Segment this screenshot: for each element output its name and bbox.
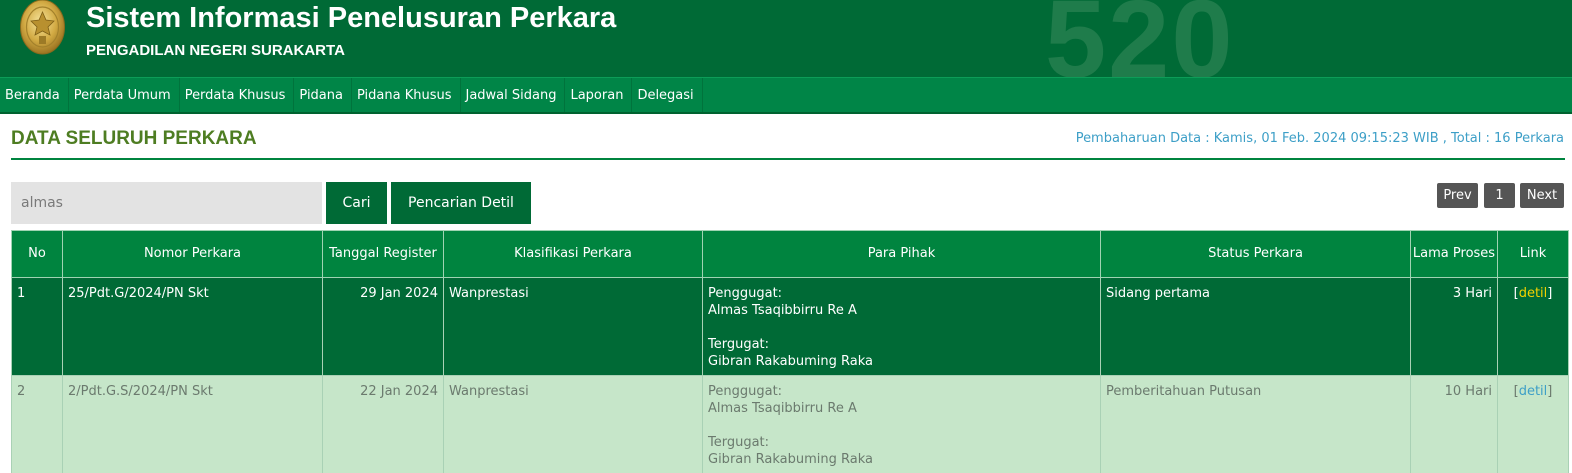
nav-item-pidana-khusus[interactable]: Pidana Khusus: [352, 78, 461, 112]
nav-item-perdata-khusus[interactable]: Perdata Khusus: [180, 78, 295, 112]
col-header-tanggal-register: Tanggal Register: [322, 230, 444, 278]
case-table: No Nomor Perkara Tanggal Register Klasif…: [11, 230, 1569, 473]
tergugat-name: Gibran Rakabuming Raka: [708, 452, 873, 467]
page-title: DATA SELURUH PERKARA: [11, 128, 257, 149]
nav-item-pidana[interactable]: Pidana: [294, 78, 352, 112]
pagination-next-button[interactable]: Next: [1520, 183, 1564, 208]
penggugat-name: Almas Tsaqibbirru Re A: [708, 303, 857, 318]
cell-link: [detil]: [1497, 375, 1569, 473]
tergugat-label: Tergugat:: [708, 435, 770, 450]
main-nav: Beranda Perdata Umum Perdata Khusus Pida…: [0, 77, 1572, 114]
cell-para-pihak: Penggugat: Almas Tsaqibbirru Re A Tergug…: [702, 277, 1101, 376]
col-header-link: Link: [1497, 230, 1569, 278]
col-header-klasifikasi: Klasifikasi Perkara: [443, 230, 703, 278]
cell-no: 2: [11, 375, 63, 473]
cell-klasifikasi: Wanprestasi: [443, 375, 703, 473]
advanced-search-button[interactable]: Pencarian Detil: [391, 182, 531, 224]
col-header-lama-proses: Lama Proses: [1410, 230, 1498, 278]
table-header-row: No Nomor Perkara Tanggal Register Klasif…: [11, 230, 1569, 278]
penggugat-label: Penggugat:: [708, 384, 783, 399]
cell-nomor-perkara: 25/Pdt.G/2024/PN Skt: [62, 277, 323, 376]
cell-para-pihak: Penggugat: Almas Tsaqibbirru Re A Tergug…: [702, 375, 1101, 473]
app-title: Sistem Informasi Penelusuran Perkara: [86, 2, 617, 34]
tergugat-label: Tergugat:: [708, 337, 770, 352]
col-header-no: No: [11, 230, 63, 278]
cell-klasifikasi: Wanprestasi: [443, 277, 703, 376]
penggugat-name: Almas Tsaqibbirru Re A: [708, 401, 857, 416]
cell-tanggal-register: 22 Jan 2024: [322, 375, 444, 473]
nav-item-beranda[interactable]: Beranda: [0, 78, 69, 112]
cell-nomor-perkara: 2/Pdt.G.S/2024/PN Skt: [62, 375, 323, 473]
cell-no: 1: [11, 277, 63, 376]
table-row: 2 2/Pdt.G.S/2024/PN Skt 22 Jan 2024 Wanp…: [11, 375, 1569, 473]
col-header-para-pihak: Para Pihak: [702, 230, 1101, 278]
nav-item-laporan[interactable]: Laporan: [565, 78, 633, 112]
pagination-page-button[interactable]: 1: [1484, 183, 1515, 208]
col-header-nomor-perkara: Nomor Perkara: [62, 230, 323, 278]
app-subtitle: PENGADILAN NEGERI SURAKARTA: [86, 42, 345, 59]
search-button[interactable]: Cari: [326, 182, 387, 224]
cell-status: Sidang pertama: [1100, 277, 1411, 376]
cell-status: Pemberitahuan Putusan: [1100, 375, 1411, 473]
nav-item-delegasi[interactable]: Delegasi: [632, 78, 703, 112]
cell-lama-proses: 3 Hari: [1410, 277, 1498, 376]
tergugat-name: Gibran Rakabuming Raka: [708, 354, 873, 369]
nav-item-perdata-umum[interactable]: Perdata Umum: [69, 78, 180, 112]
cell-link: [detil]: [1497, 277, 1569, 376]
table-row: 1 25/Pdt.G/2024/PN Skt 29 Jan 2024 Wanpr…: [11, 277, 1569, 376]
detil-link[interactable]: detil: [1519, 384, 1548, 399]
search-input[interactable]: [11, 182, 322, 224]
header-watermark: 520: [1045, 0, 1235, 77]
col-header-status: Status Perkara: [1100, 230, 1411, 278]
cell-tanggal-register: 29 Jan 2024: [322, 277, 444, 376]
nav-item-jadwal-sidang[interactable]: Jadwal Sidang: [461, 78, 566, 112]
detil-link[interactable]: detil: [1519, 286, 1548, 301]
cell-lama-proses: 10 Hari: [1410, 375, 1498, 473]
penggugat-label: Penggugat:: [708, 286, 783, 301]
pagination-prev-button[interactable]: Prev: [1437, 183, 1478, 208]
app-header: 520 Sistem Informasi Penelusuran Perkara…: [0, 0, 1572, 77]
update-info: Pembaharuan Data : Kamis, 01 Feb. 2024 0…: [1075, 131, 1564, 146]
court-emblem-icon: [19, 0, 66, 55]
title-divider: [11, 158, 1565, 160]
